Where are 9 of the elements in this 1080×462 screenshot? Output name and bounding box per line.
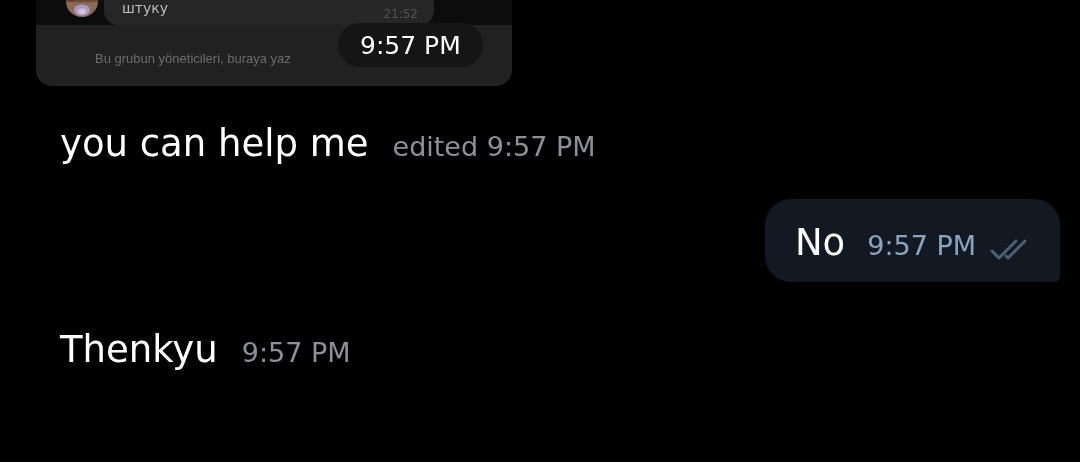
time-badge: 9:57 PM: [338, 23, 483, 67]
preview-text: штуку: [122, 1, 168, 15]
message-text: you can help me: [60, 122, 369, 165]
message-text: No: [794, 221, 846, 264]
message-time: edited 9:57 PM: [392, 131, 596, 162]
message-time: 9:57 PM: [241, 337, 351, 368]
message-text: Thenkyu: [60, 328, 218, 371]
message-time: 9:57 PM: [867, 230, 976, 261]
restriction-notice: Bu grubun yöneticileri, buraya yaz: [95, 51, 291, 66]
